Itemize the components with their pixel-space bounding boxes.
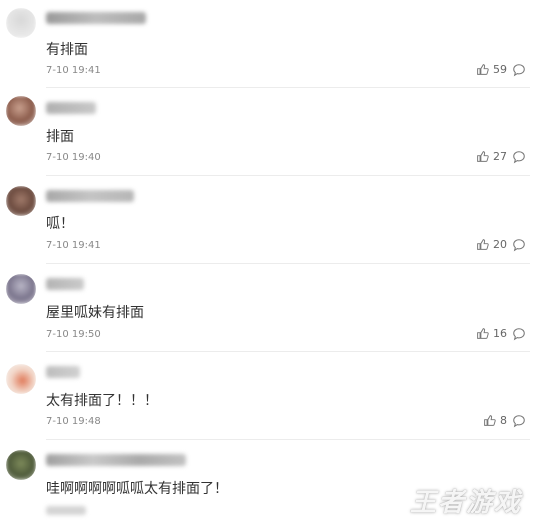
comment-time: 7-10 19:48	[46, 416, 101, 427]
like-count: 27	[493, 150, 507, 163]
thumbs-up-icon	[477, 151, 489, 162]
like-count: 16	[493, 327, 507, 340]
comment-item: 屋里呱妹有排面 7-10 19:50 16	[0, 264, 540, 352]
like-button[interactable]: 27	[476, 150, 507, 163]
comment-time: 7-10 19:40	[46, 152, 101, 163]
comment-text: 屋里呱妹有排面	[46, 305, 144, 321]
comment-bubble-icon[interactable]	[512, 63, 526, 77]
comment-item: 呱！ 7-10 19:41 20	[0, 176, 540, 264]
username-blurred[interactable]	[46, 190, 134, 202]
watermark-logo: 王者游戏	[409, 488, 522, 518]
thumbs-up-icon	[477, 239, 489, 250]
like-count: 8	[500, 414, 507, 427]
like-button[interactable]: 8	[483, 414, 507, 427]
like-button[interactable]: 16	[476, 327, 507, 340]
comment-item: 排面 7-10 19:40 27	[0, 88, 540, 176]
avatar[interactable]	[6, 186, 36, 216]
like-button[interactable]: 59	[476, 63, 507, 76]
username-blurred[interactable]	[46, 366, 80, 378]
username-blurred[interactable]	[46, 102, 96, 114]
comment-bubble-icon[interactable]	[512, 150, 526, 164]
comment-bubble-icon[interactable]	[512, 327, 526, 341]
comment-time: 7-10 19:50	[46, 329, 101, 340]
like-button[interactable]: 20	[476, 238, 507, 251]
avatar[interactable]	[6, 8, 36, 38]
avatar[interactable]	[6, 274, 36, 304]
thumbs-up-icon	[477, 328, 489, 339]
username-blurred[interactable]	[46, 454, 186, 466]
thumbs-up-icon	[477, 64, 489, 75]
thumbs-up-icon	[484, 415, 496, 426]
comment-text: 太有排面了！！！	[46, 393, 158, 409]
username-blurred[interactable]	[46, 278, 84, 290]
avatar[interactable]	[6, 364, 36, 394]
comment-time: 7-10 19:41	[46, 240, 101, 251]
like-count: 59	[493, 63, 507, 76]
comment-text: 排面	[46, 129, 74, 145]
comment-time: 7-10 19:41	[46, 65, 101, 76]
avatar[interactable]	[6, 450, 36, 480]
username-blurred[interactable]	[46, 12, 146, 24]
comment-bubble-icon[interactable]	[512, 238, 526, 252]
comment-item: 有排面 7-10 19:41 59	[0, 0, 540, 88]
comment-bubble-icon[interactable]	[512, 414, 526, 428]
comment-text: 有排面	[46, 42, 88, 58]
comment-text: 哇啊啊啊啊呱呱太有排面了！	[46, 481, 228, 497]
time-blurred	[46, 506, 86, 515]
comment-item: 太有排面了！！！ 7-10 19:48 8	[0, 352, 540, 440]
comment-text: 呱！	[46, 216, 74, 232]
avatar[interactable]	[6, 96, 36, 126]
like-count: 20	[493, 238, 507, 251]
